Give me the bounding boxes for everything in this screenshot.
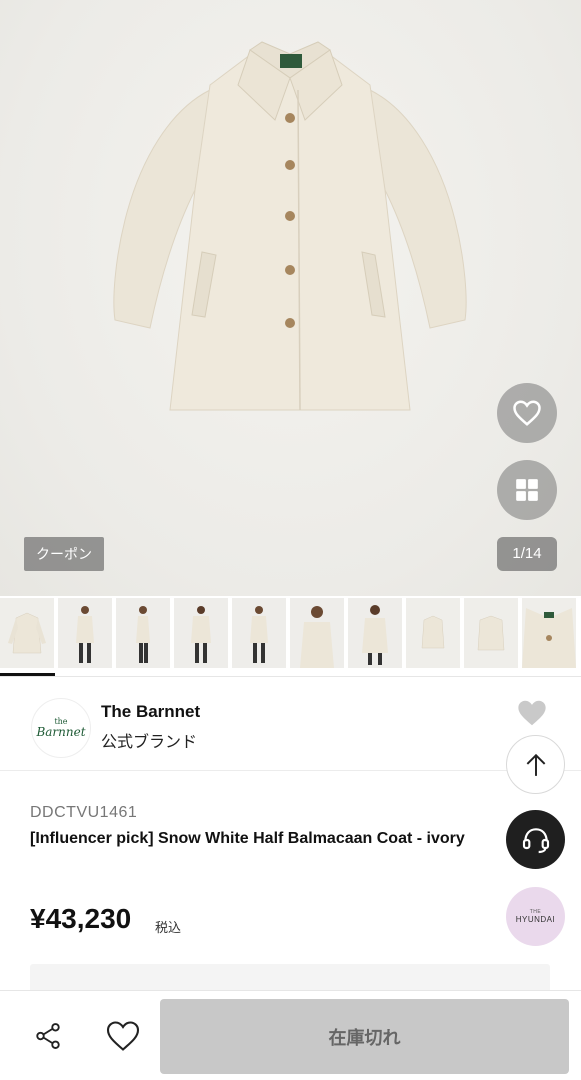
gallery-grid-button[interactable]: [497, 460, 557, 520]
thumbnail-coat-back: [464, 598, 518, 668]
thumbnail-7[interactable]: [348, 598, 402, 668]
hyundai-button[interactable]: THE HYUNDAI: [506, 887, 565, 946]
arrow-up-icon: [526, 753, 545, 776]
grid-icon: [516, 479, 538, 501]
thumbnail-4[interactable]: [174, 598, 228, 668]
favorite-button[interactable]: [497, 383, 557, 443]
tax-label: 税込: [155, 920, 182, 935]
brand-logo[interactable]: the Barnnet: [31, 698, 91, 758]
coupon-badge[interactable]: クーポン: [24, 537, 104, 571]
brand-heart-icon[interactable]: [515, 698, 549, 728]
thumbnail-5[interactable]: [232, 598, 286, 668]
brand-official-label: 公式ブランド: [101, 734, 198, 751]
share-icon[interactable]: [33, 1021, 63, 1051]
heart-outline-icon[interactable]: [105, 1019, 141, 1053]
brand-row[interactable]: the Barnnet The Barnnet 公式ブランド: [0, 690, 581, 770]
thumbnail-coat-flat: [0, 598, 54, 668]
thumbnail-model-side: [116, 598, 170, 668]
thumbnail-coat-detail: [522, 598, 576, 668]
hyundai-label: HYUNDAI: [515, 915, 556, 924]
thumbnail-strip[interactable]: [0, 598, 581, 676]
bottom-action-bar: 在庫切れ: [0, 990, 581, 1080]
brand-logo-text: the Barnnet: [36, 718, 86, 739]
brand-name[interactable]: The Barnnet: [101, 702, 200, 722]
thumbnail-model-closeup: [290, 598, 344, 668]
brand-logo-main: Barnnet: [36, 725, 86, 739]
thumbnail-6[interactable]: [290, 598, 344, 668]
product-sku: DDCTVU1461: [30, 804, 138, 821]
thumbnail-model-back: [174, 598, 228, 668]
heart-icon: [513, 400, 541, 426]
thumbnail-coat-flat-2: [406, 598, 460, 668]
thumbnail-9[interactable]: [464, 598, 518, 668]
divider: [0, 676, 581, 677]
thumbnail-2[interactable]: [58, 598, 112, 668]
thumbnail-8[interactable]: [406, 598, 460, 668]
sold-out-button[interactable]: 在庫切れ: [160, 999, 569, 1074]
thumbnail-10[interactable]: [522, 598, 576, 668]
product-title: [Influencer pick] Snow White Half Balmac…: [30, 830, 465, 847]
product-hero-image[interactable]: クーポン 1/14: [0, 0, 581, 596]
coat-image: [113, 41, 467, 411]
thumbnail-model-hood: [348, 598, 402, 668]
thumbnail-3[interactable]: [116, 598, 170, 668]
thumbnail-model-front: [58, 598, 112, 668]
headset-icon: [522, 827, 549, 853]
scroll-top-button[interactable]: [506, 735, 565, 794]
thumbnail-model-open: [232, 598, 286, 668]
divider: [0, 770, 581, 771]
thumbnail-1[interactable]: [0, 598, 54, 668]
support-button[interactable]: [506, 810, 565, 869]
image-counter: 1/14: [497, 537, 557, 571]
product-price: ¥43,230: [30, 903, 132, 934]
